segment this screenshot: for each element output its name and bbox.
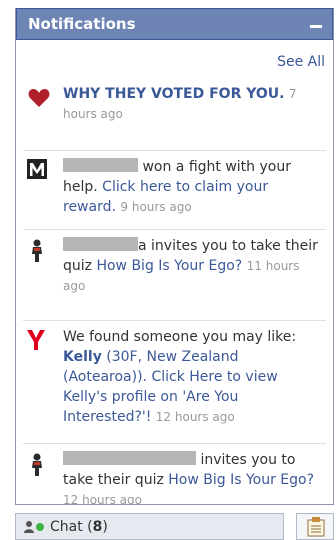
notifications-header[interactable]: Notifications bbox=[16, 8, 333, 40]
see-all-link[interactable]: See All bbox=[277, 54, 325, 70]
notification-text: We found someone you may like: Kelly (30… bbox=[63, 327, 326, 443]
notification-text: invites you to take their quiz How Big I… bbox=[63, 450, 326, 505]
online-friends-icon bbox=[24, 520, 44, 533]
notification-time: 9 hours ago bbox=[120, 200, 192, 214]
notification-list: WHY THEY VOTED FOR YOU. 7 hours ago won … bbox=[16, 84, 333, 505]
redacted-name bbox=[63, 451, 196, 465]
notifications-panel: Notifications See All WHY THEY VOTED FOR… bbox=[15, 8, 334, 505]
notepad-icon bbox=[307, 517, 325, 537]
quiz-link[interactable]: How Big Is Your Ego? bbox=[168, 472, 314, 488]
redacted-name bbox=[63, 237, 138, 251]
chat-bar[interactable]: Chat (8) bbox=[15, 513, 284, 540]
heart-icon bbox=[23, 84, 63, 150]
notification-item[interactable]: invites you to take their quiz How Big I… bbox=[23, 444, 326, 505]
notification-time: 12 hours ago bbox=[155, 410, 235, 424]
chat-label-close: ) bbox=[102, 518, 108, 535]
redacted-name bbox=[63, 158, 138, 172]
notification-item[interactable]: won a fight with your help. Click here t… bbox=[23, 151, 326, 230]
notes-button[interactable] bbox=[296, 513, 334, 540]
quiz-link[interactable]: How Big Is Your Ego? bbox=[96, 258, 242, 274]
notification-body: We found someone you may like: bbox=[63, 329, 297, 345]
notification-item[interactable]: We found someone you may like: Kelly (30… bbox=[23, 321, 326, 444]
notification-time: 12 hours ago bbox=[63, 493, 142, 505]
ego-figure-icon bbox=[23, 450, 63, 504]
see-all-row: See All bbox=[16, 40, 333, 84]
notification-item[interactable]: WHY THEY VOTED FOR YOU. 7 hours ago bbox=[23, 84, 326, 151]
notification-item[interactable]: a invites you to take their quiz How Big… bbox=[23, 230, 326, 321]
minimize-icon[interactable] bbox=[310, 24, 322, 28]
mafia-m-icon bbox=[23, 157, 63, 229]
notification-title-link[interactable]: WHY THEY VOTED FOR YOU. bbox=[63, 86, 284, 102]
notification-text: a invites you to take their quiz How Big… bbox=[63, 236, 326, 320]
kelly-name-link[interactable]: Kelly bbox=[63, 349, 102, 365]
notifications-title: Notifications bbox=[28, 15, 136, 33]
notification-text: won a fight with your help. Click here t… bbox=[63, 157, 326, 229]
chat-count: 8 bbox=[92, 518, 103, 535]
ego-figure-icon bbox=[23, 236, 63, 320]
yahoo-y-icon bbox=[23, 327, 63, 443]
notification-text: WHY THEY VOTED FOR YOU. 7 hours ago bbox=[63, 84, 326, 150]
chat-label: Chat ( bbox=[50, 518, 93, 535]
